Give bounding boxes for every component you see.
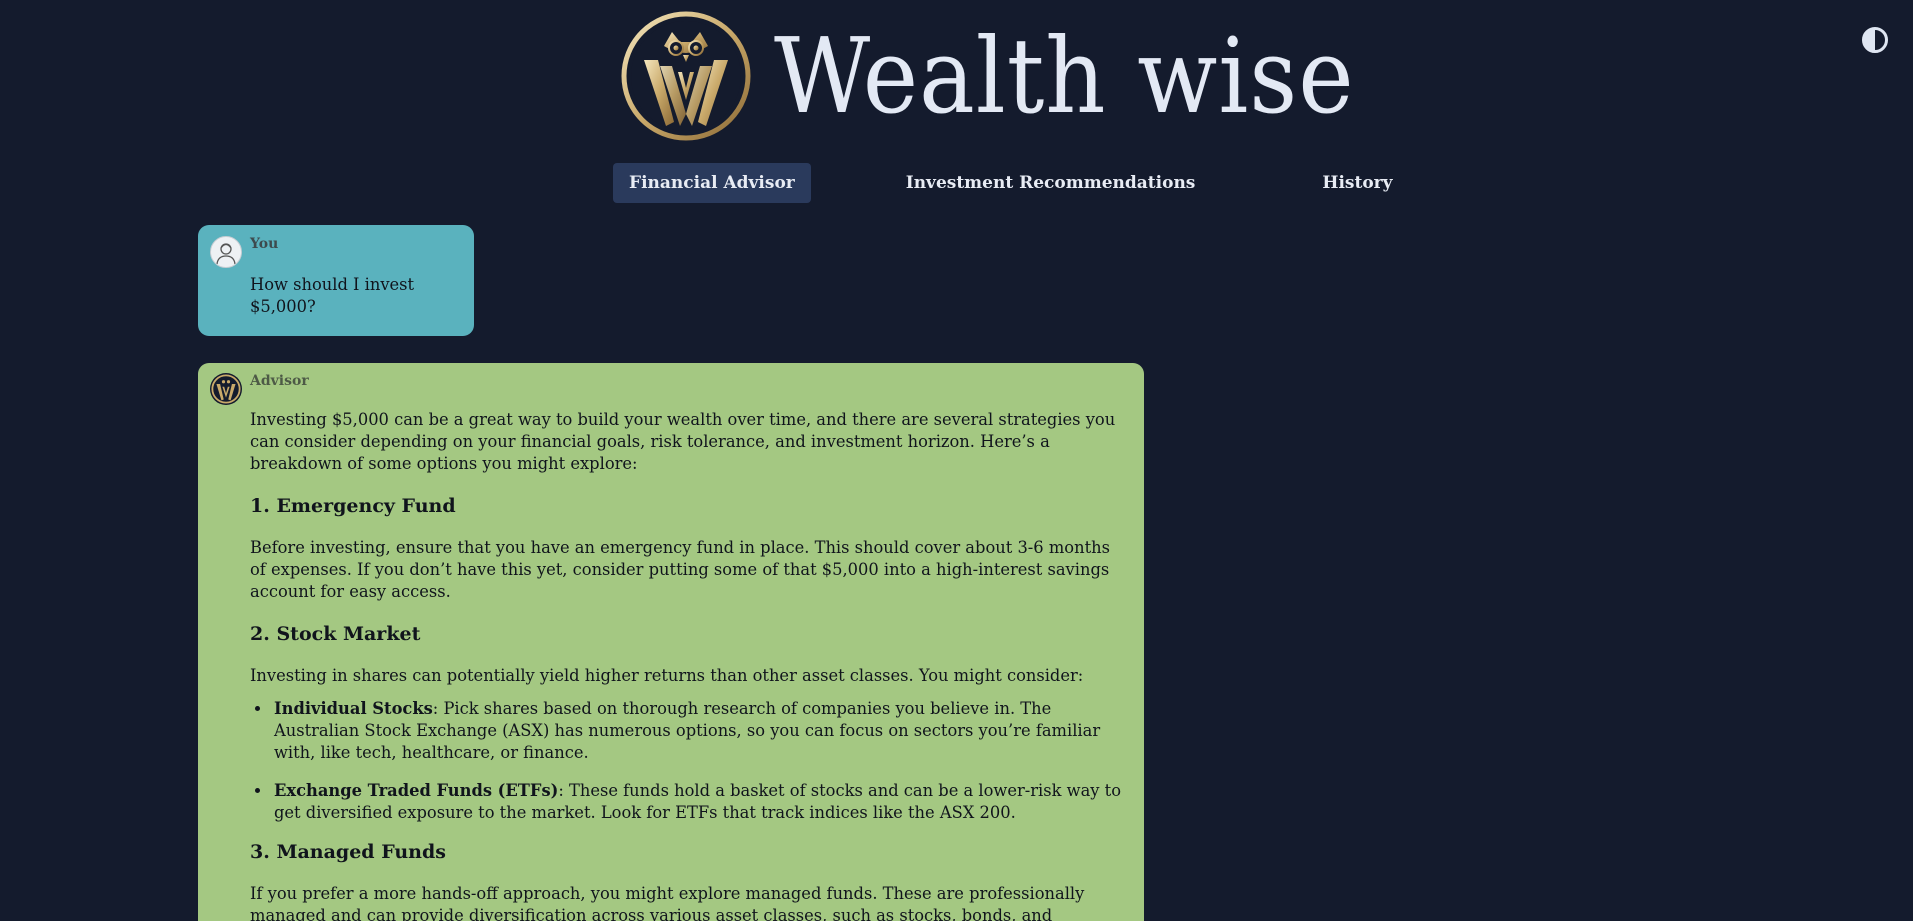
user-avatar-icon: [210, 236, 242, 268]
tab-financial-advisor[interactable]: Financial Advisor: [613, 163, 811, 203]
user-message: You How should I invest $5,000?: [198, 225, 474, 336]
page: Wealth wise Financial Advisor Investment…: [0, 0, 1913, 921]
main-nav: Financial Advisor Investment Recommendat…: [613, 163, 1409, 203]
list-item: Individual Stocks: Pick shares based on …: [272, 698, 1130, 764]
list-item-term: Individual Stocks: [274, 699, 433, 718]
tab-investment-recommendations[interactable]: Investment Recommendations: [890, 163, 1212, 203]
list-item-term: Exchange Traded Funds (ETFs): [274, 781, 559, 800]
logo-icon: [621, 11, 751, 141]
section-text-managed-funds: If you prefer a more hands-off approach,…: [250, 884, 1085, 921]
stock-options-list: Individual Stocks: Pick shares based on …: [272, 698, 1130, 824]
advisor-message: Advisor Investing $5,000 can be a great …: [198, 363, 1144, 921]
theme-toggle-icon[interactable]: [1862, 27, 1888, 53]
user-message-text: How should I invest $5,000?: [250, 275, 415, 316]
section-text-stock-market: Investing in shares can potentially yiel…: [250, 666, 1084, 685]
advisor-intro: Investing $5,000 can be a great way to b…: [250, 410, 1116, 473]
section-heading-stock-market: 2. Stock Market: [250, 623, 421, 645]
list-item: Exchange Traded Funds (ETFs): These fund…: [272, 780, 1130, 824]
chat-thread: You How should I invest $5,000? Advisor …: [198, 225, 1144, 921]
tab-history[interactable]: History: [1306, 163, 1408, 203]
section-heading-managed-funds: 3. Managed Funds: [250, 841, 446, 863]
user-sender-label: You: [250, 236, 279, 252]
advisor-avatar-icon: [210, 373, 242, 405]
section-heading-emergency-fund: 1. Emergency Fund: [250, 495, 456, 517]
brand-title: Wealth wise: [774, 15, 1355, 137]
header: Wealth wise: [620, 10, 1355, 142]
section-text-emergency-fund: Before investing, ensure that you have a…: [250, 538, 1110, 601]
advisor-sender-label: Advisor: [250, 373, 309, 389]
